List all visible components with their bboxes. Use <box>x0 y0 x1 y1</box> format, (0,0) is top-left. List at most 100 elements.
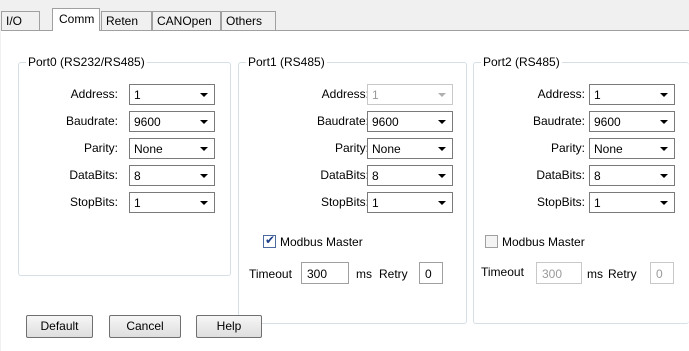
port1-retry-input[interactable]: 0 <box>419 262 443 284</box>
chevron-down-icon <box>660 93 668 97</box>
chevron-down-icon <box>438 93 446 97</box>
port1-title: Port1 (RS485) <box>246 55 327 69</box>
port2-address-label: Address: <box>537 87 585 101</box>
port2-baudrate-value: 9600 <box>594 115 621 129</box>
port1-modbus-master-checkbox[interactable]: ✔ <box>263 233 276 248</box>
port2-group: Port2 (RS485) Address: 1 Baudrate: 9600 … <box>473 55 689 324</box>
port1-parity-label: Parity: <box>334 141 369 155</box>
port0-parity-select[interactable]: None <box>129 138 215 159</box>
chevron-down-icon <box>200 174 208 178</box>
port0-group: Port0 (RS232/RS485) Address: 1 Baudrate:… <box>18 55 231 276</box>
port2-timeout-value: 300 <box>542 267 563 281</box>
port2-parity-select[interactable]: None <box>589 138 675 159</box>
comm-tab-panel: Port0 (RS232/RS485) Address: 1 Baudrate:… <box>1 30 689 351</box>
port2-retry-label: Retry <box>608 267 637 281</box>
chevron-down-icon <box>200 93 208 97</box>
port1-databits-label: DataBits: <box>320 168 369 182</box>
port2-stopbits-select[interactable]: 1 <box>589 192 675 213</box>
tab-io[interactable]: I/O <box>1 11 40 30</box>
tab-io-label: I/O <box>6 14 23 28</box>
port2-title: Port2 (RS485) <box>481 55 562 69</box>
chevron-down-icon <box>660 201 668 205</box>
port0-parity-label: Parity: <box>83 141 118 155</box>
port1-stopbits-value: 1 <box>372 196 379 210</box>
port1-timeout-label: Timeout <box>249 267 292 281</box>
chevron-down-icon <box>438 174 446 178</box>
tab-strip: I/O Comm Reten CANOpen Others <box>0 8 689 31</box>
port1-address-select: 1 <box>367 84 453 105</box>
tab-reten[interactable]: Reten <box>101 11 152 30</box>
port0-stopbits-label: StopBits: <box>69 195 118 209</box>
port1-group: Port1 (RS485) Address: 1 Baudrate: 9600 … <box>238 55 467 324</box>
port2-stopbits-label: StopBits: <box>536 195 585 209</box>
port1-ms-label: ms <box>356 267 372 281</box>
tab-comm[interactable]: Comm <box>52 8 100 31</box>
port1-address-label: Address: <box>321 87 369 101</box>
tab-comm-label: Comm <box>59 12 95 26</box>
port1-timeout-value: 300 <box>307 267 328 281</box>
port0-parity-value: None <box>134 142 163 156</box>
port2-address-value: 1 <box>594 88 601 102</box>
port2-databits-value: 8 <box>594 169 601 183</box>
port2-timeout-label: Timeout <box>481 265 524 279</box>
port2-modbus-master-checkbox[interactable] <box>485 235 498 248</box>
port1-parity-select[interactable]: None <box>367 138 453 159</box>
port0-address-value: 1 <box>134 88 141 102</box>
port0-baudrate-value: 9600 <box>134 115 161 129</box>
port2-databits-select[interactable]: 8 <box>589 165 675 186</box>
port1-address-value: 1 <box>372 88 379 102</box>
port2-ms-label: ms <box>587 267 603 281</box>
chevron-down-icon <box>200 120 208 124</box>
port2-address-select[interactable]: 1 <box>589 84 675 105</box>
port1-stopbits-label: StopBits: <box>320 195 369 209</box>
chevron-down-icon <box>438 201 446 205</box>
chevron-down-icon <box>660 174 668 178</box>
port0-stopbits-value: 1 <box>134 196 141 210</box>
port1-baudrate-select[interactable]: 9600 <box>367 111 453 132</box>
cancel-button[interactable]: Cancel <box>109 315 181 338</box>
chevron-down-icon <box>660 147 668 151</box>
port1-baudrate-label: Baudrate: <box>316 114 369 128</box>
port0-databits-select[interactable]: 8 <box>129 165 215 186</box>
port1-modbus-master-label: Modbus Master <box>280 235 363 249</box>
port1-databits-value: 8 <box>372 169 379 183</box>
port2-databits-label: DataBits: <box>536 168 585 182</box>
default-button[interactable]: Default <box>26 315 93 338</box>
chevron-down-icon <box>438 147 446 151</box>
port0-databits-label: DataBits: <box>69 168 118 182</box>
port2-parity-label: Parity: <box>550 141 585 155</box>
port1-retry-value: 0 <box>425 267 432 281</box>
tab-others-label: Others <box>226 14 263 28</box>
port1-stopbits-select[interactable]: 1 <box>367 192 453 213</box>
help-button[interactable]: Help <box>196 315 262 338</box>
port0-address-select[interactable]: 1 <box>129 84 215 105</box>
tab-reten-label: Reten <box>106 14 139 28</box>
port2-retry-value: 0 <box>656 267 663 281</box>
port2-stopbits-value: 1 <box>594 196 601 210</box>
port2-retry-input: 0 <box>650 262 674 284</box>
port1-retry-label: Retry <box>379 267 408 281</box>
port0-databits-value: 8 <box>134 169 141 183</box>
port2-baudrate-label: Baudrate: <box>532 114 585 128</box>
port2-modbus-master-label: Modbus Master <box>502 235 585 249</box>
tab-canopen[interactable]: CANOpen <box>152 11 221 30</box>
port0-baudrate-label: Baudrate: <box>65 114 118 128</box>
tab-others[interactable]: Others <box>221 11 276 30</box>
port1-parity-value: None <box>372 142 401 156</box>
port0-stopbits-select[interactable]: 1 <box>129 192 215 213</box>
port2-timeout-input: 300 <box>536 262 582 284</box>
port0-title: Port0 (RS232/RS485) <box>26 55 147 69</box>
chevron-down-icon <box>438 120 446 124</box>
chevron-down-icon <box>200 201 208 205</box>
port1-databits-select[interactable]: 8 <box>367 165 453 186</box>
checkmark-icon: ✔ <box>265 233 276 247</box>
port2-baudrate-select[interactable]: 9600 <box>589 111 675 132</box>
port1-timeout-input[interactable]: 300 <box>301 262 349 284</box>
port1-baudrate-value: 9600 <box>372 115 399 129</box>
chevron-down-icon <box>200 147 208 151</box>
tab-canopen-label: CANOpen <box>157 14 212 28</box>
chevron-down-icon <box>660 120 668 124</box>
port0-address-label: Address: <box>70 87 118 101</box>
port0-baudrate-select[interactable]: 9600 <box>129 111 215 132</box>
port2-parity-value: None <box>594 142 623 156</box>
